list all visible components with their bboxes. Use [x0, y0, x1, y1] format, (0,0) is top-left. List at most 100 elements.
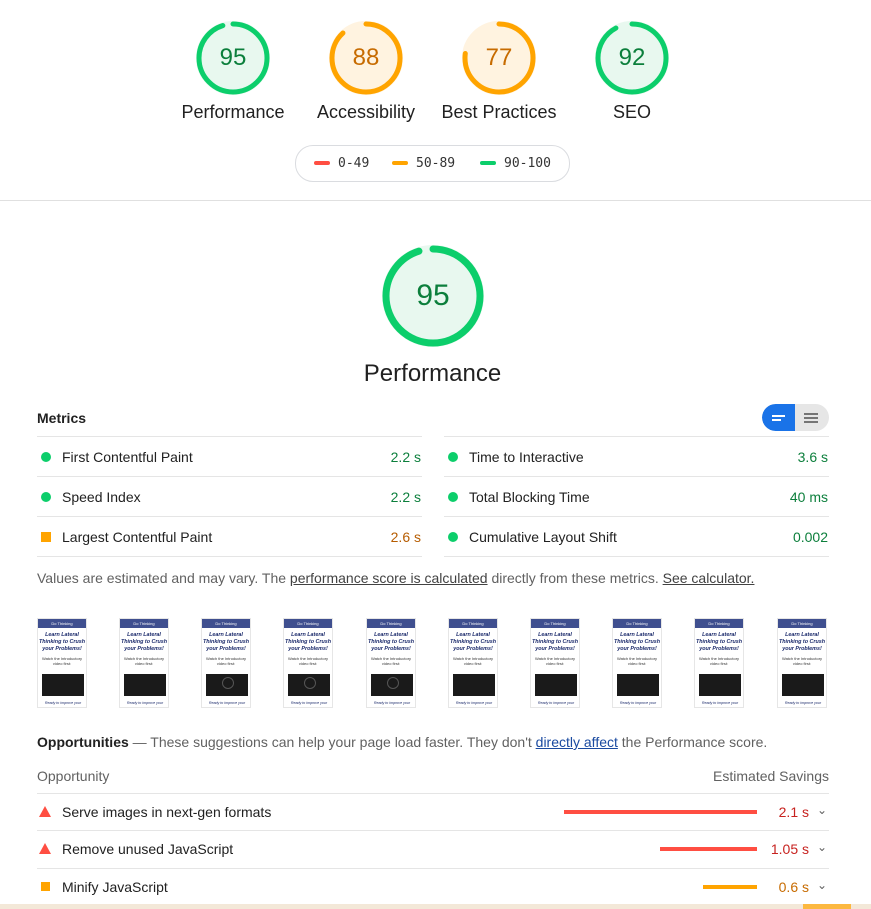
filmstrip-frame: Do Thinking Learn Lateral Thinking to Cru… [530, 618, 580, 708]
loading-spinner-icon [222, 677, 234, 689]
chevron-down-icon[interactable]: ⌄ [817, 878, 827, 892]
pass-dot-icon [448, 532, 458, 542]
frame-caption: Ready to improve your [44, 701, 82, 705]
score-calculated-link[interactable]: performance score is calculated [290, 570, 488, 586]
filmstrip-frame: Do Thinking Learn Lateral Thinking to Cru… [777, 618, 827, 708]
legend-swatch [480, 160, 496, 165]
column-estimated-savings: Estimated Savings [713, 768, 829, 784]
loading-spinner-icon [387, 677, 399, 689]
frame-caption: Ready to improve your [208, 701, 246, 705]
frame-video [371, 674, 413, 696]
legend-item-pass: 90-100 [480, 156, 551, 171]
legend-item-average: 50-89 [392, 156, 455, 171]
see-calculator-link[interactable]: See calculator. [663, 570, 755, 586]
gauge-score: 77 [485, 44, 513, 71]
gauge-ring: 77 [461, 20, 537, 96]
frame-title: Learn Lateral Thinking to Crush your Pro… [367, 632, 415, 652]
frame-subtitle: Watch the Introductory video first: [205, 656, 247, 666]
frame-video [617, 674, 659, 696]
metric-title: Cumulative Layout Shift [469, 529, 617, 545]
filmstrip-frame: Do Thinking Learn Lateral Thinking to Cru… [201, 618, 251, 708]
savings-bar [703, 885, 757, 889]
section-divider [0, 200, 871, 201]
metrics-divider [37, 556, 422, 557]
opportunities-heading: Opportunities — These suggestions can he… [37, 734, 767, 750]
frame-header: Do Thinking [202, 619, 250, 628]
score-legend: 0-49 50-89 90-100 [295, 145, 570, 182]
opportunities-desc-suffix: the Performance score. [617, 734, 768, 750]
frame-subtitle: Watch the Introductory video first: [287, 656, 329, 666]
gauge-seo[interactable]: 92 SEO [562, 20, 702, 123]
performance-title: Performance [363, 360, 502, 387]
opportunity-row[interactable]: Serve images in next-gen formats 2.1 s ⌄ [37, 793, 829, 831]
frame-header: Do Thinking [449, 619, 497, 628]
frame-subtitle: Watch the Introductory video first: [370, 656, 412, 666]
gauge-label: Best Practices [441, 102, 557, 122]
gauge-accessibility[interactable]: 88 Accessibility [296, 20, 436, 123]
gauge-ring: 88 [328, 20, 404, 96]
opportunity-row[interactable]: Remove unused JavaScript 1.05 s ⌄ [37, 830, 829, 868]
frame-caption: Ready to improve your [290, 701, 328, 705]
metrics-heading: Metrics [37, 410, 87, 426]
gauge-best-practices[interactable]: 77 Best Practices [429, 20, 569, 123]
frame-header: Do Thinking [695, 619, 743, 628]
opportunity-title: Minify JavaScript [62, 879, 168, 895]
savings-bar [564, 810, 757, 814]
frame-subtitle: Watch the Introductory video first: [452, 656, 494, 666]
pass-dot-icon [41, 492, 51, 502]
frame-caption: Ready to improve your [701, 701, 739, 705]
frame-title: Learn Lateral Thinking to Crush your Pro… [449, 632, 497, 652]
filmstrip-frame: Do Thinking Learn Lateral Thinking to Cru… [366, 618, 416, 708]
column-opportunity: Opportunity [37, 768, 110, 784]
chevron-down-icon[interactable]: ⌄ [817, 840, 827, 854]
metric-title: Time to Interactive [469, 449, 584, 465]
frame-caption: Ready to improve your [784, 701, 822, 705]
frame-header: Do Thinking [120, 619, 168, 628]
bottom-accent [803, 904, 851, 909]
filmstrip-frame: Do Thinking Learn Lateral Thinking to Cru… [283, 618, 333, 708]
opportunity-title: Remove unused JavaScript [62, 841, 234, 857]
toggle-compact-view[interactable] [762, 404, 795, 431]
legend-item-fail: 0-49 [314, 156, 369, 171]
filmstrip-frame: Do Thinking Learn Lateral Thinking to Cru… [37, 618, 87, 708]
metric-value: 2.2 s [390, 449, 421, 465]
filmstrip-frame: Do Thinking Learn Lateral Thinking to Cru… [612, 618, 662, 708]
performance-score: 95 [416, 279, 450, 312]
metrics-note: Values are estimated and may vary. The p… [37, 570, 754, 586]
metric-time-to-interactive[interactable]: Time to Interactive 3.6 s [444, 436, 829, 476]
frame-title: Learn Lateral Thinking to Crush your Pro… [613, 632, 661, 652]
frame-header: Do Thinking [367, 619, 415, 628]
metric-title: Speed Index [62, 489, 141, 505]
opportunity-savings: 0.6 s [778, 879, 809, 895]
opportunity-title: Serve images in next-gen formats [62, 804, 272, 820]
chevron-down-icon[interactable]: ⌄ [817, 803, 827, 817]
frame-title: Learn Lateral Thinking to Crush your Pro… [695, 632, 743, 652]
metric-first-contentful-paint[interactable]: First Contentful Paint 2.2 s [37, 436, 422, 476]
metrics-view-toggle[interactable] [762, 404, 829, 431]
loading-spinner-icon [304, 677, 316, 689]
pass-dot-icon [41, 452, 51, 462]
average-square-icon [41, 882, 50, 891]
metric-total-blocking-time[interactable]: Total Blocking Time 40 ms [444, 476, 829, 516]
gauge-performance[interactable]: 95 Performance [163, 20, 303, 123]
metric-largest-contentful-paint[interactable]: Largest Contentful Paint 2.6 s [37, 516, 422, 556]
frame-caption: Ready to improve your [373, 701, 411, 705]
directly-affect-link[interactable]: directly affect [536, 734, 618, 750]
gauge-label: Performance [181, 102, 285, 122]
summary-gauges: 95 Performance 88 Accessibility 77 Best … [0, 0, 871, 200]
fail-triangle-icon [39, 806, 51, 817]
filmstrip-frame: Do Thinking Learn Lateral Thinking to Cru… [119, 618, 169, 708]
opportunity-row[interactable]: Minify JavaScript 0.6 s ⌄ [37, 868, 829, 906]
frame-subtitle: Watch the Introductory video first: [781, 656, 823, 666]
filmstrip-frame: Do Thinking Learn Lateral Thinking to Cru… [448, 618, 498, 708]
bottom-strip [0, 904, 871, 909]
metric-speed-index[interactable]: Speed Index 2.2 s [37, 476, 422, 516]
opportunity-savings: 1.05 s [770, 841, 809, 857]
frame-video [206, 674, 248, 696]
opportunities-title: Opportunities [37, 734, 129, 750]
metric-cumulative-layout-shift[interactable]: Cumulative Layout Shift 0.002 [444, 516, 829, 556]
frame-subtitle: Watch the Introductory video first: [534, 656, 576, 666]
fail-triangle-icon [39, 843, 51, 854]
frame-caption: Ready to improve your [537, 701, 575, 705]
frame-video [782, 674, 824, 696]
